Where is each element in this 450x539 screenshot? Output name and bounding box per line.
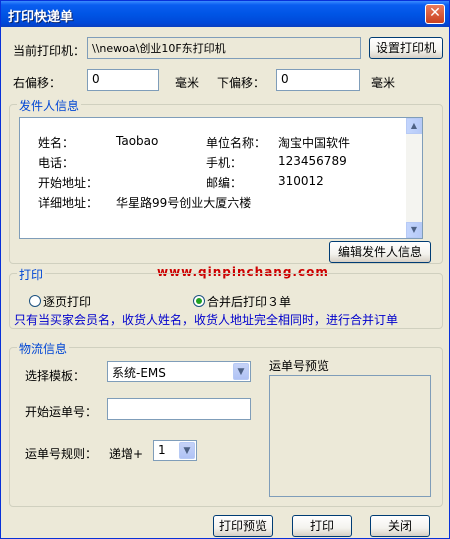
sender-name-value: Taobao	[116, 134, 159, 148]
sender-name-label: 姓名：	[38, 136, 75, 150]
chevron-down-icon[interactable]: ▼	[233, 363, 249, 380]
title-bar[interactable]: 打印快递单 ✕	[1, 1, 449, 27]
sender-company-value: 淘宝中国软件	[278, 136, 351, 150]
current-printer-field: \\newoa\创业10F东打印机	[87, 37, 361, 59]
down-offset-unit: 毫米	[371, 76, 396, 90]
merge-print-label[interactable]: 合并后打印３单	[207, 293, 291, 310]
merge-note: 只有当买家会员名，收货人姓名，收货人地址完全相同时，进行合并订单	[14, 313, 399, 327]
chevron-down-icon[interactable]: ▼	[179, 442, 195, 459]
right-offset-input[interactable]: 0	[87, 69, 159, 91]
sender-address-value: 华星路99号创业大厦六楼	[116, 196, 252, 210]
close-window-button[interactable]: ✕	[425, 4, 445, 24]
template-label: 选择模板：	[25, 369, 86, 383]
print-options-legend: 打印	[17, 266, 46, 283]
sender-phone-label: 电话：	[38, 156, 75, 170]
waybill-rule-label: 运单号规则：	[25, 447, 98, 461]
close-button[interactable]: 关闭	[370, 515, 430, 537]
sender-info-memo[interactable]: 姓名： Taobao 单位名称： 淘宝中国软件 电话： 手机： 12345678…	[19, 117, 423, 239]
down-offset-input[interactable]: 0	[276, 69, 360, 91]
down-offset-label: 下偏移：	[217, 76, 266, 90]
printer-label: 当前打印机：	[13, 44, 86, 58]
scroll-up-arrow-icon[interactable]: ▲	[406, 118, 422, 134]
waybill-rule-prefix: 递增+	[109, 447, 144, 461]
waybill-preview-label: 运单号预览	[269, 359, 330, 373]
sender-address-label: 详细地址：	[38, 196, 99, 210]
radio-selected-dot	[196, 298, 202, 304]
merge-print-radio[interactable]	[193, 295, 205, 307]
sender-mobile-label: 手机：	[206, 156, 243, 170]
increment-select[interactable]: 1 ▼	[153, 440, 197, 461]
set-printer-button[interactable]: 设置打印机	[369, 37, 443, 59]
page-by-page-label[interactable]: 逐页打印	[43, 293, 91, 310]
waybill-preview-box	[269, 375, 431, 497]
template-selected-value: 系统-EMS	[112, 366, 166, 380]
sender-zip-value: 310012	[278, 174, 324, 188]
start-waybill-input[interactable]	[107, 398, 251, 420]
window-title: 打印快递单	[8, 10, 74, 25]
print-preview-button[interactable]: 打印预览	[213, 515, 273, 537]
edit-sender-button[interactable]: 编辑发件人信息	[329, 241, 431, 263]
page-by-page-radio[interactable]	[29, 295, 41, 307]
sender-start-address-label: 开始地址：	[38, 176, 99, 190]
right-offset-unit: 毫米	[175, 76, 200, 90]
increment-selected-value: 1	[158, 443, 166, 457]
sender-company-label: 单位名称：	[206, 136, 267, 150]
sender-zip-label: 邮编：	[206, 176, 243, 190]
start-waybill-label: 开始运单号：	[25, 405, 98, 419]
logistics-legend: 物流信息	[17, 340, 70, 357]
template-select[interactable]: 系统-EMS ▼	[107, 361, 251, 382]
scroll-down-arrow-icon[interactable]: ▼	[406, 222, 422, 238]
right-offset-label: 右偏移：	[13, 76, 62, 90]
sender-memo-scrollbar[interactable]: ▲ ▼	[406, 118, 422, 238]
print-button[interactable]: 打印	[292, 515, 352, 537]
print-express-dialog: 打印快递单 ✕ 当前打印机： \\newoa\创业10F东打印机 设置打印机 右…	[0, 0, 450, 539]
sender-mobile-value: 123456789	[278, 154, 347, 168]
sender-info-legend: 发件人信息	[17, 97, 82, 114]
